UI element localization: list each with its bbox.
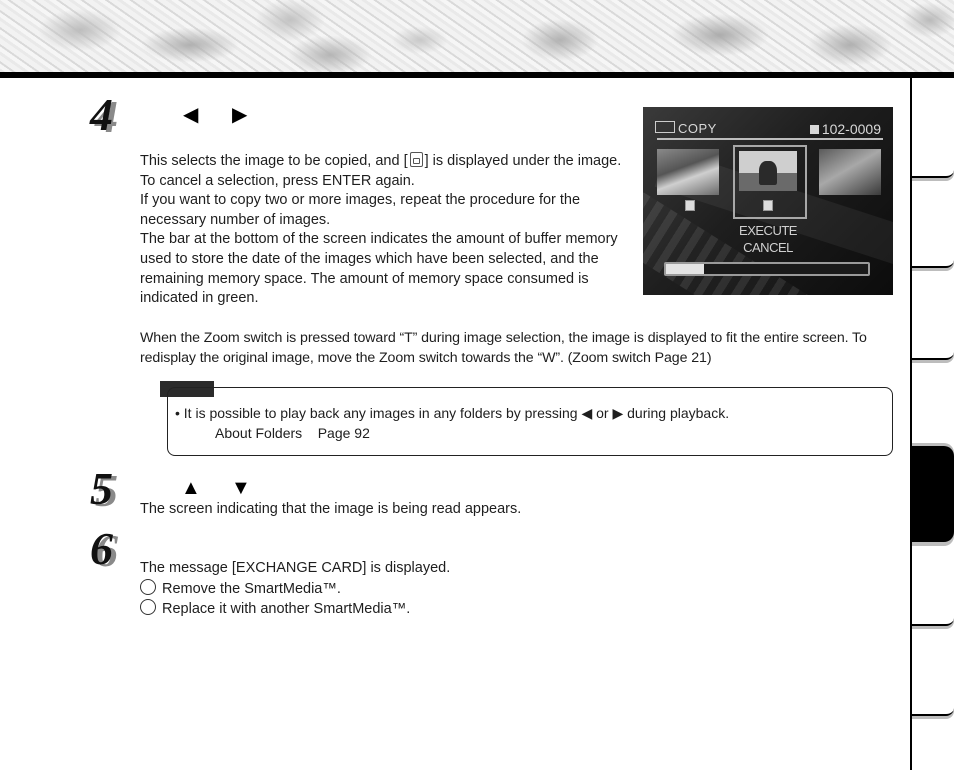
side-tab-6[interactable]	[912, 708, 954, 716]
screen-mode-label: COPY	[678, 121, 717, 136]
copy-mark-icon-2	[763, 200, 773, 211]
step-4-line-4: The bar at the bottom of the screen indi…	[140, 231, 618, 307]
thumbnail-3	[819, 149, 881, 195]
side-tab-1[interactable]	[912, 170, 954, 178]
step-4-text: This selects the image to be copied, and…	[140, 152, 630, 309]
side-tab-2[interactable]	[912, 260, 954, 268]
note-text-before: It is possible to play back any images i…	[183, 405, 578, 421]
menu-execute: EXECUTE	[739, 223, 797, 238]
copy-mark-icon-1	[685, 200, 695, 211]
right-arrow-icon: ▶	[232, 104, 248, 126]
side-rule	[910, 78, 912, 770]
side-tab-5[interactable]	[912, 618, 954, 626]
step-4-number: 4	[90, 89, 113, 140]
step-6-number: 6	[90, 523, 113, 574]
note-or: or	[596, 405, 609, 421]
screen-file-number: 102-0009	[809, 121, 881, 137]
note-bullet: •	[175, 405, 180, 421]
left-arrow-icon: ◀	[581, 405, 593, 421]
step-4-line-3: If you want to copy two or more images, …	[140, 192, 581, 228]
substep-1-text: Remove the SmartMedia™.	[162, 580, 341, 597]
note-text: • It is possible to play back any images…	[175, 403, 729, 443]
substep-2-circle-icon	[140, 599, 156, 616]
header-banner	[0, 0, 954, 72]
substep-1: Remove the SmartMedia™.	[140, 578, 450, 600]
step-5-number: 5	[90, 463, 113, 514]
up-arrow-icon: ▲	[181, 477, 201, 499]
thumbnail-1	[657, 149, 719, 195]
note-reference-link[interactable]: About Folders Page 92	[175, 423, 729, 443]
screen-mode: COPY	[655, 121, 717, 136]
playback-camera-icon	[655, 121, 675, 133]
substep-1-circle-icon	[140, 578, 156, 595]
substep-2-text: Replace it with another SmartMedia™.	[162, 601, 411, 618]
note-text-after: during playback.	[627, 405, 730, 421]
buffer-bar-fill	[666, 264, 705, 274]
file-number-label: 102-0009	[821, 121, 881, 137]
menu-cancel: CANCEL	[743, 240, 793, 255]
right-arrow-icon: ▶	[612, 405, 624, 421]
substep-2: Replace it with another SmartMedia™.	[140, 599, 450, 620]
step-4-line-1a: This selects the image to be copied, and…	[140, 153, 408, 169]
step-4-zoom-text: When the Zoom switch is pressed toward “…	[140, 330, 867, 366]
copy-mark-icon	[409, 152, 423, 167]
thumbnail-2	[739, 151, 797, 191]
camera-screen: COPY 102-0009 EXECUTE CANCEL	[643, 107, 893, 295]
step-6-text: The message [EXCHANGE CARD] is displayed…	[140, 559, 450, 620]
screen-divider	[657, 138, 883, 140]
step-4-line-2: To cancel a selection, press ENTER again…	[140, 172, 415, 189]
side-tab-active[interactable]	[912, 446, 954, 542]
left-arrow-icon: ◀	[183, 104, 199, 126]
side-tab-3[interactable]	[912, 352, 954, 360]
step-4-line-1b: ] is displayed under the image.	[424, 153, 622, 169]
step-6-line-1: The message [EXCHANGE CARD] is displayed…	[140, 560, 451, 576]
folder-icon	[809, 125, 819, 134]
header-rule	[0, 72, 954, 78]
buffer-bar	[664, 262, 870, 276]
step-5-text: The screen indicating that the image is …	[140, 501, 522, 517]
down-arrow-icon: ▼	[231, 477, 251, 499]
